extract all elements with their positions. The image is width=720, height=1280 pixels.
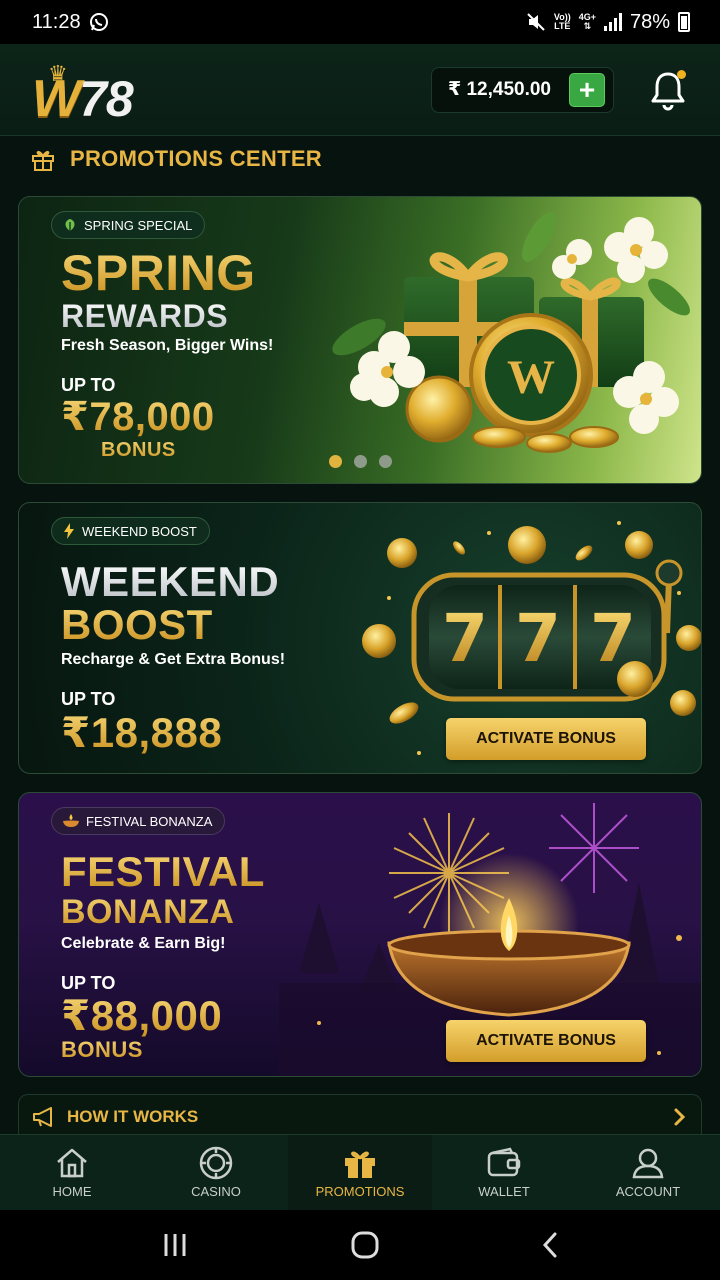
promo-amount-suffix: BONUS	[101, 438, 273, 462]
promo-card-spring[interactable]: W SPRING SPECIAL SPRING REWARDS Fresh Se…	[18, 196, 702, 484]
carousel-indicator	[329, 455, 392, 468]
whatsapp-icon	[89, 13, 108, 31]
how-it-works-label: HOW IT WORKS	[67, 1106, 199, 1126]
wallet-icon	[487, 1147, 521, 1177]
promo-amount: ₹78,000	[61, 396, 273, 438]
nav-casino[interactable]: CASINO	[144, 1135, 288, 1210]
activate-bonus-button[interactable]: ACTIVATE BONUS	[446, 1020, 646, 1062]
promo-tag-festival: FESTIVAL BONANZA	[51, 807, 226, 835]
logo-number: 78	[79, 70, 134, 127]
nav-home[interactable]: HOME	[0, 1135, 144, 1210]
promo-title-line1: SPRING	[61, 247, 273, 299]
carousel-dot[interactable]	[379, 455, 392, 468]
home-icon	[57, 1148, 87, 1178]
diya-icon	[63, 814, 79, 827]
megaphone-icon	[33, 1106, 52, 1127]
coin-letter: W	[507, 351, 555, 404]
notifications-button[interactable]	[648, 68, 688, 112]
promo-subtitle: Recharge & Get Extra Bonus!	[61, 651, 286, 668]
section-header: PROMOTIONS CENTER	[30, 146, 322, 172]
promo-tag-weekend: WEEKEND BOOST	[51, 517, 210, 545]
nav-wallet[interactable]: WALLET	[432, 1135, 576, 1210]
how-it-works-row[interactable]: HOW IT WORKS	[18, 1094, 702, 1138]
promo-subtitle: Celebrate & Earn Big!	[61, 935, 226, 952]
system-navigation-bar	[0, 1210, 720, 1280]
promo-upto-label: UP TO	[61, 689, 116, 709]
slot-reel-2: 7	[515, 600, 561, 677]
back-icon[interactable]	[540, 1231, 560, 1259]
promo-amount: ₹18,888	[61, 710, 285, 756]
carousel-dot[interactable]	[329, 455, 342, 468]
section-title: PROMOTIONS CENTER	[70, 146, 322, 171]
promo-title-line2: BONANZA	[61, 893, 265, 931]
promo-upto-label: UP TO	[61, 973, 116, 993]
promo-title-line1: FESTIVAL	[61, 848, 265, 895]
balance-amount: ₹ 12,450.00	[447, 79, 551, 100]
network-type-indicator: 4G+ ⇅	[578, 12, 596, 31]
carousel-dot[interactable]	[354, 455, 367, 468]
promo-upto-label: UP TO	[61, 375, 116, 395]
add-funds-button[interactable]: +	[569, 72, 605, 107]
notification-dot	[677, 69, 686, 79]
nav-account[interactable]: ACCOUNT	[576, 1135, 720, 1210]
gift-icon	[32, 150, 54, 171]
promo-title-line1: WEEKEND	[61, 561, 285, 603]
app-logo[interactable]: ♛ W 78	[32, 55, 134, 127]
promo-card-festival[interactable]: FESTIVAL BONANZA FESTIVAL BONANZA Celebr…	[18, 792, 702, 1077]
nav-promotions[interactable]: PROMOTIONS	[288, 1135, 432, 1210]
promo-title-line2: REWARDS	[61, 299, 273, 333]
casino-chip-icon	[199, 1146, 233, 1180]
promo-subtitle: Fresh Season, Bigger Wins!	[61, 337, 274, 354]
battery-icon	[678, 12, 690, 32]
gift-icon	[345, 1151, 375, 1178]
battery-percent: 78%	[629, 10, 670, 33]
recent-apps-icon[interactable]	[160, 1232, 190, 1258]
bottom-navigation: HOME CASINO PROMOTIONS WALLET ACCOUNT	[0, 1134, 720, 1210]
promo-title-line2: BOOST	[61, 603, 285, 647]
leaf-icon	[65, 219, 75, 231]
volte-indicator: Vo)) LTE	[553, 12, 571, 31]
mute-icon	[527, 13, 545, 31]
account-icon	[632, 1148, 664, 1179]
status-time: 11:28	[32, 10, 81, 33]
chevron-right-icon	[674, 1108, 686, 1125]
slot-reel-1: 7	[442, 600, 488, 677]
crown-icon: ♛	[48, 60, 68, 86]
app-header: ♛ W 78 ₹ 12,450.00 +	[0, 44, 720, 136]
activate-bonus-button[interactable]: ACTIVATE BONUS	[446, 718, 646, 760]
promo-card-weekend[interactable]: 7 7 7 WEEKEND BOOST WEEKEND BOOST Rechar…	[18, 502, 702, 774]
lightning-icon	[64, 523, 74, 539]
wallet-balance[interactable]: ₹ 12,450.00 +	[430, 66, 614, 113]
signal-icon	[603, 13, 622, 31]
promo-tag-spring: SPRING SPECIAL	[51, 211, 206, 239]
promo-amount-suffix: BONUS	[61, 1038, 265, 1062]
promo-amount: ₹88,000	[61, 994, 265, 1038]
home-button-icon[interactable]	[350, 1230, 380, 1260]
status-bar: 11:28 Vo)) LTE 4G+ ⇅ 78%	[0, 0, 720, 44]
